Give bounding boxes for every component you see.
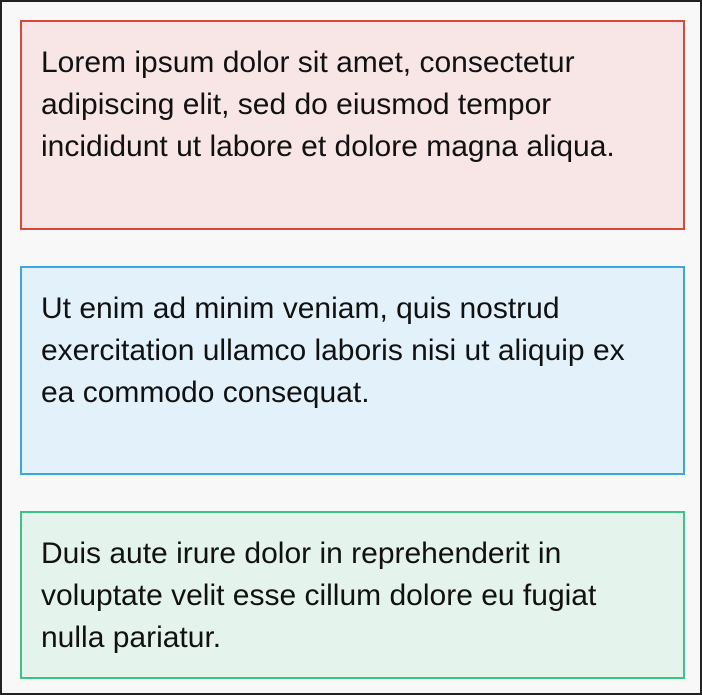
text-panel-1: Lorem ipsum dolor sit amet, consectetur …	[20, 20, 685, 230]
text-panel-2: Ut enim ad minim veniam, quis nostrud ex…	[20, 266, 685, 475]
page-frame: Lorem ipsum dolor sit amet, consectetur …	[0, 0, 702, 695]
text-panel-3: Duis aute irure dolor in reprehenderit i…	[20, 511, 685, 679]
